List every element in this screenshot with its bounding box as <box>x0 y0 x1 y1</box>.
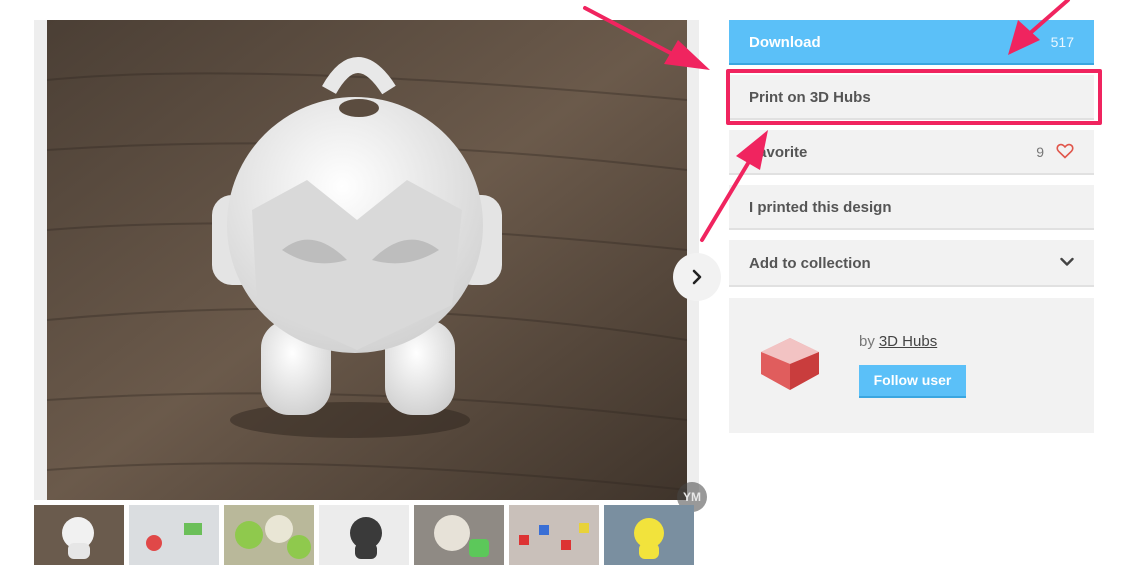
author-name-link[interactable]: 3D Hubs <box>879 333 937 350</box>
thumbnail-red-print[interactable] <box>129 505 219 565</box>
thumbnail-white-robot[interactable] <box>34 505 124 565</box>
next-image-button[interactable] <box>673 253 721 301</box>
add-to-collection-button[interactable]: Add to collection <box>729 240 1094 287</box>
download-label: Download <box>749 34 821 51</box>
by-prefix: by <box>859 333 875 350</box>
printed-label: I printed this design <box>749 199 892 216</box>
favorite-count: 9 <box>1036 144 1044 160</box>
thumbnail-robot-with-green-object[interactable] <box>414 505 504 565</box>
chevron-down-icon <box>1060 257 1074 266</box>
follow-user-button[interactable]: Follow user <box>859 365 966 398</box>
i-printed-this-button[interactable]: I printed this design <box>729 185 1094 230</box>
main-photo[interactable] <box>47 20 687 500</box>
chevron-right-icon <box>692 269 702 285</box>
print-on-3d-hubs-button[interactable]: Print on 3D Hubs <box>729 75 1094 120</box>
download-count: 517 <box>1050 34 1074 50</box>
collection-label: Add to collection <box>749 255 871 272</box>
thumbnail-strip <box>34 505 699 565</box>
thumbnail-green-robots[interactable] <box>224 505 314 565</box>
favorite-label: Favorite <box>749 144 808 161</box>
heart-icon <box>1056 143 1074 159</box>
author-card: by 3D Hubs Follow user <box>729 298 1094 433</box>
thumbnail-yellow-robot[interactable] <box>604 505 694 565</box>
download-button[interactable]: Download 517 <box>729 20 1094 65</box>
thumbnail-colorful-parts[interactable] <box>509 505 599 565</box>
thumbnail-dark-robot[interactable] <box>319 505 409 565</box>
print-label: Print on 3D Hubs <box>749 89 871 106</box>
author-byline: by 3D Hubs <box>859 333 937 350</box>
author-avatar[interactable] <box>757 334 823 394</box>
favorite-button[interactable]: Favorite 9 <box>729 130 1094 175</box>
gallery-frame: YM <box>34 20 721 512</box>
